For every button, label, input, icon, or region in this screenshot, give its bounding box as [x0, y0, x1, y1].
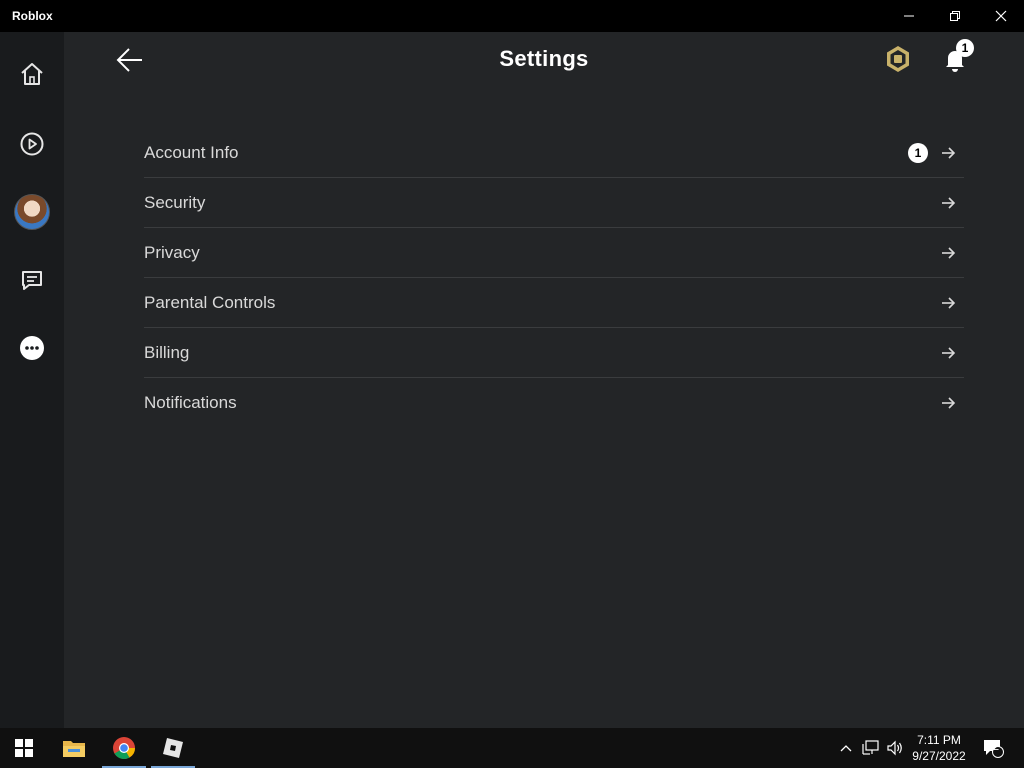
home-icon [21, 63, 43, 85]
row-label: Parental Controls [144, 292, 276, 312]
sidebar-item-chat[interactable] [12, 260, 52, 300]
settings-row-billing[interactable]: Billing [144, 328, 964, 378]
settings-row-notifications[interactable]: Notifications [144, 378, 964, 428]
chat-icon [22, 271, 42, 290]
taskbar-roblox[interactable] [149, 728, 197, 768]
window-title: Roblox [12, 9, 53, 23]
arrow-right-icon [942, 347, 956, 359]
minimize-icon [904, 15, 914, 17]
clock-date: 9/27/2022 [912, 749, 966, 763]
windows-icon [15, 739, 33, 757]
roblox-icon [163, 738, 183, 758]
arrow-right-icon [942, 247, 956, 259]
network-icon [862, 740, 879, 755]
settings-row-privacy[interactable]: Privacy [144, 228, 964, 278]
account-info-badge: 1 [908, 143, 928, 163]
robux-icon [887, 46, 909, 72]
chrome-icon [113, 737, 135, 759]
avatar [14, 194, 50, 230]
close-button[interactable] [978, 0, 1024, 32]
restore-icon [950, 11, 960, 21]
clock-time: 7:11 PM [917, 733, 961, 747]
restore-button[interactable] [932, 0, 978, 32]
settings-row-parental-controls[interactable]: Parental Controls [144, 278, 964, 328]
row-label: Notifications [144, 393, 237, 412]
sidebar-item-more[interactable] [12, 328, 52, 368]
settings-row-security[interactable]: Security [144, 178, 964, 228]
minimize-button[interactable] [886, 0, 932, 32]
page-title: Settings [499, 46, 589, 71]
row-label: Billing [144, 342, 190, 362]
arrow-right-icon [942, 297, 956, 309]
row-label: Privacy [144, 242, 200, 262]
robux-button[interactable] [884, 45, 912, 73]
row-label: Account Info [144, 142, 239, 162]
notification-count-badge: 1 [956, 39, 974, 57]
close-icon [995, 10, 1007, 22]
action-center-button[interactable]: 2 [980, 728, 1006, 768]
row-label: Security [144, 192, 206, 212]
play-icon [20, 132, 44, 156]
sidebar-item-home[interactable] [12, 54, 52, 94]
taskbar-file-explorer[interactable] [50, 728, 98, 768]
sidebar [0, 32, 64, 728]
network-button[interactable] [860, 728, 882, 768]
arrow-right-icon [942, 147, 956, 159]
more-icon [20, 336, 44, 360]
sidebar-item-discover[interactable] [12, 124, 52, 164]
folder-icon [63, 741, 85, 757]
settings-list: Account Info 1 Security Privacy Parental… [144, 128, 964, 428]
settings-page: Settings 1 Account Info 1 Security Priva… [64, 32, 1024, 728]
settings-row-account-info[interactable]: Account Info 1 [144, 128, 964, 178]
window-titlebar: Roblox [0, 0, 1024, 32]
taskbar-clock[interactable]: 7:11 PM 9/27/2022 [900, 732, 978, 764]
show-hidden-icons-button[interactable] [836, 728, 856, 768]
arrow-right-icon [942, 397, 956, 409]
start-button[interactable] [0, 728, 48, 768]
arrow-right-icon [942, 197, 956, 209]
taskbar: 7:11 PM 9/27/2022 2 [0, 728, 1024, 768]
sidebar-item-avatar[interactable] [12, 192, 52, 232]
taskbar-chrome[interactable] [100, 728, 148, 768]
action-center-count: 2 [993, 741, 1000, 753]
chevron-up-icon [840, 745, 852, 752]
